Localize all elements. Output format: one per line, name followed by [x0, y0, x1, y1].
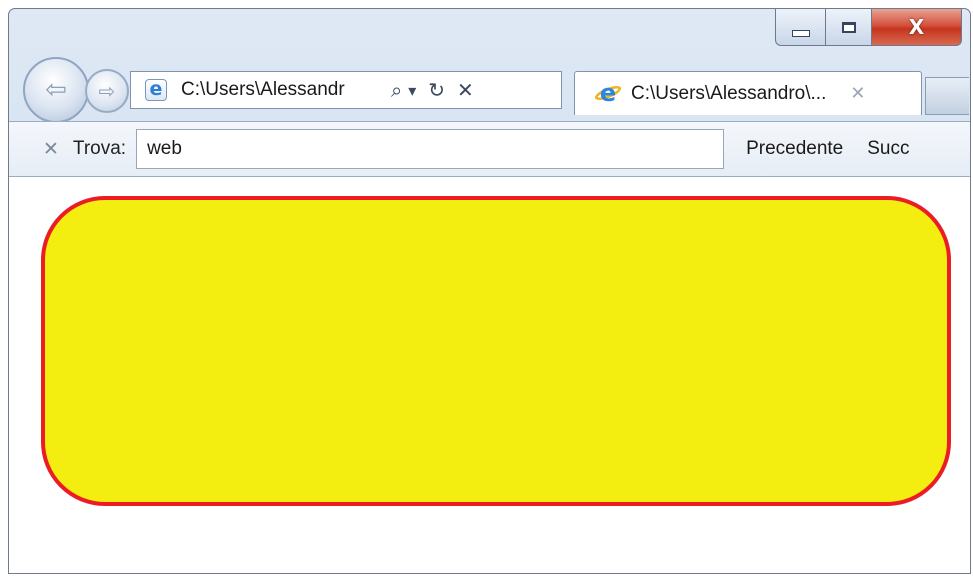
find-label: Trova:	[72, 138, 127, 159]
search-icon[interactable]: ⌕	[391, 78, 402, 102]
page-icon: e	[145, 78, 167, 101]
new-tab-button[interactable]	[925, 77, 969, 115]
address-text[interactable]: C:\Users\Alessandr	[181, 79, 379, 101]
address-bar[interactable]: e C:\Users\Alessandr ⌕ ▾ ↻ ✕	[130, 71, 562, 109]
rounded-yellow-box	[41, 196, 951, 506]
browser-window: X ⇦ ⇨ e C:\Users\Alessandr ⌕ ▾ ↻ ✕ e C:\…	[8, 8, 971, 574]
page-content	[9, 177, 970, 573]
find-bar: ✕ Trova: Precedente Succ	[9, 121, 970, 177]
dropdown-icon[interactable]: ▾	[408, 81, 416, 100]
back-button[interactable]: ⇦	[23, 57, 89, 123]
minimize-icon	[791, 29, 810, 37]
forward-arrow-icon: ⇨	[98, 79, 116, 103]
tab-close-icon[interactable]: ✕	[850, 83, 865, 104]
minimize-button[interactable]	[775, 9, 826, 46]
find-input[interactable]	[136, 129, 725, 169]
find-previous-button[interactable]: Precedente	[746, 138, 843, 160]
maximize-icon	[841, 21, 856, 33]
close-window-button[interactable]: X	[872, 9, 962, 46]
ie-logo-icon: e	[593, 79, 623, 107]
refresh-icon[interactable]: ↻	[428, 78, 445, 102]
close-icon: X	[908, 15, 925, 39]
stop-icon[interactable]: ✕	[457, 78, 474, 102]
tab-active[interactable]: e C:\Users\Alessandro\... ✕	[574, 71, 922, 115]
maximize-button[interactable]	[826, 9, 872, 46]
tab-title: C:\Users\Alessandro\...	[631, 82, 827, 104]
back-arrow-icon: ⇦	[45, 75, 67, 105]
caption-buttons: X	[775, 9, 962, 47]
find-next-button[interactable]: Succ	[867, 138, 909, 160]
forward-button[interactable]: ⇨	[85, 69, 129, 113]
navigation-bar: ⇦ ⇨ e C:\Users\Alessandr ⌕ ▾ ↻ ✕ e C:\Us…	[9, 51, 970, 123]
find-close-icon[interactable]: ✕	[43, 138, 59, 160]
